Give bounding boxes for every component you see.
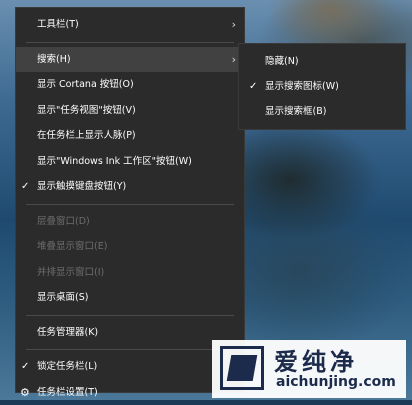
menu-item-label: 工具栏(T): [37, 19, 79, 30]
menu-item-show-touch-keyboard-button[interactable]: ✓ 显示触摸键盘按钮(Y): [16, 174, 244, 200]
watermark-logo-icon: [220, 346, 264, 390]
menu-item-show-cortana-button[interactable]: 显示 Cortana 按钮(O): [16, 72, 244, 98]
menu-item-label: 显示"Windows Ink 工作区"按钮(W): [37, 156, 192, 167]
watermark-title: 爱纯净: [274, 342, 358, 377]
taskbar-context-menu: 工具栏(T) › 搜索(H) › 显示 Cortana 按钮(O) 显示"任务视…: [16, 8, 244, 392]
menu-item-label: 显示搜索图标(W): [265, 81, 339, 92]
menu-item-label: 搜索(H): [37, 54, 71, 65]
menu-item-label: 任务栏设置(T): [37, 387, 98, 398]
site-watermark: 爱纯净 aichunjing.com: [212, 340, 406, 398]
checkmark-icon: ✓: [249, 74, 257, 99]
menu-item-task-manager[interactable]: 任务管理器(K): [16, 320, 244, 346]
menu-separator: [26, 315, 234, 316]
chevron-right-icon: ›: [232, 47, 236, 73]
menu-separator: [26, 349, 234, 350]
menu-item-label: 层叠窗口(D): [37, 216, 90, 227]
menu-item-label: 在任务栏上显示人脉(P): [37, 130, 136, 141]
menu-item-label: 显示桌面(S): [37, 292, 88, 303]
search-submenu: 隐藏(N) ✓ 显示搜索图标(W) 显示搜索框(B): [239, 44, 405, 129]
menu-item-label: 堆叠显示窗口(E): [37, 241, 107, 252]
menu-item-label: 显示 Cortana 按钮(O): [37, 79, 134, 90]
checkmark-icon: ✓: [21, 354, 29, 380]
menu-item-label: 显示"任务视图"按钮(V): [37, 105, 136, 116]
menu-separator: [26, 42, 234, 43]
menu-item-label: 显示触摸键盘按钮(Y): [37, 181, 126, 192]
menu-item-label: 锁定任务栏(L): [37, 361, 97, 372]
menu-separator: [26, 204, 234, 205]
menu-item-stack-windows: 堆叠显示窗口(E): [16, 234, 244, 260]
watermark-url: aichunjing.com: [276, 374, 396, 390]
menu-item-show-task-view-button[interactable]: 显示"任务视图"按钮(V): [16, 98, 244, 124]
menu-item-label: 任务管理器(K): [37, 327, 98, 338]
menu-item-search[interactable]: 搜索(H) ›: [16, 47, 244, 73]
chevron-right-icon: ›: [232, 12, 236, 38]
menu-item-side-by-side-windows: 并排显示窗口(I): [16, 260, 244, 286]
menu-item-label: 隐藏(N): [265, 56, 299, 67]
menu-item-show-people[interactable]: 在任务栏上显示人脉(P): [16, 123, 244, 149]
submenu-item-show-search-icon[interactable]: ✓ 显示搜索图标(W): [239, 74, 405, 99]
menu-item-show-windows-ink-button[interactable]: 显示"Windows Ink 工作区"按钮(W): [16, 149, 244, 175]
gear-icon: ⚙: [20, 380, 30, 405]
submenu-item-hidden[interactable]: 隐藏(N): [239, 49, 405, 74]
menu-item-cascade-windows: 层叠窗口(D): [16, 209, 244, 235]
menu-item-show-desktop[interactable]: 显示桌面(S): [16, 285, 244, 311]
menu-item-taskbar-settings[interactable]: ⚙ 任务栏设置(T): [16, 380, 244, 405]
checkmark-icon: ✓: [21, 174, 29, 200]
submenu-item-show-search-box[interactable]: 显示搜索框(B): [239, 99, 405, 124]
menu-item-toolbars[interactable]: 工具栏(T) ›: [16, 12, 244, 38]
menu-item-lock-taskbar[interactable]: ✓ 锁定任务栏(L): [16, 354, 244, 380]
menu-item-label: 并排显示窗口(I): [37, 267, 104, 278]
menu-item-label: 显示搜索框(B): [265, 106, 326, 117]
